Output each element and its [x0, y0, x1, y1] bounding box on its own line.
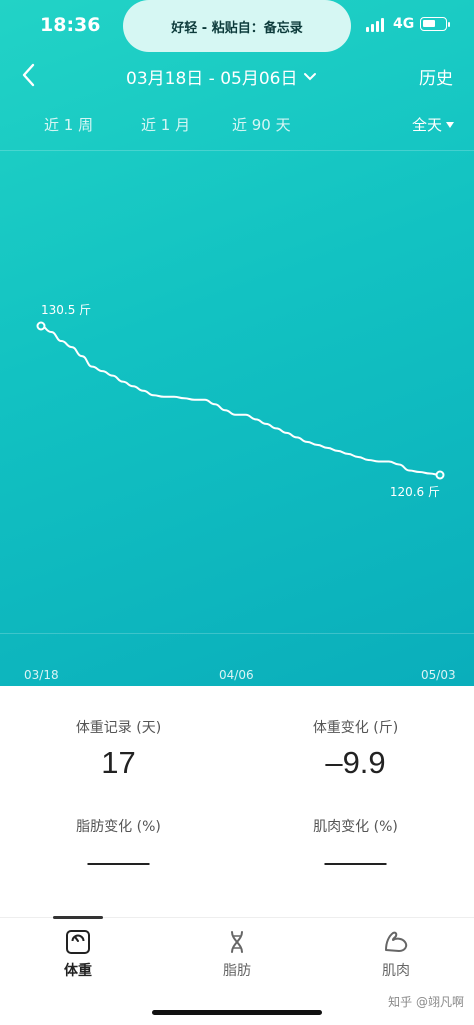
end-point	[435, 470, 445, 480]
nav-label: 体重	[64, 963, 92, 979]
dna-icon	[231, 931, 243, 953]
stat-value: –9.9	[325, 745, 386, 780]
weight-chart: 130.5 斤 120.6 斤	[36, 303, 445, 499]
end-value-label: 120.6 斤	[390, 485, 440, 499]
nav-active-indicator	[53, 916, 103, 919]
nav-fat[interactable]: 脂肪	[207, 928, 267, 980]
stat-fat-change: 脂肪变化 (%) ——	[0, 816, 237, 880]
stat-label: 体重变化 (斤)	[312, 720, 399, 736]
weight-line	[40, 325, 441, 476]
stat-value: ——	[324, 844, 387, 879]
chart-panel: 18:36 好轻 - 粘贴自：备忘录 4G 03月18日 - 05月06日 历史…	[0, 0, 474, 686]
watermark: 知乎 @翊凡啊	[388, 995, 464, 1009]
stat-weight-change: 体重变化 (斤) –9.9	[237, 717, 474, 781]
stat-muscle-change: 肌肉变化 (%) ——	[237, 816, 474, 880]
x-tick-start: 03/18	[24, 668, 59, 682]
x-tick-mid: 04/06	[219, 668, 254, 682]
muscle-icon	[385, 931, 408, 952]
scale-icon	[66, 930, 90, 954]
stat-value: 17	[101, 745, 136, 780]
start-point	[36, 321, 46, 331]
home-indicator	[152, 1010, 322, 1015]
stat-record-days: 体重记录 (天) 17	[0, 717, 237, 781]
stat-label: 体重记录 (天)	[75, 720, 162, 736]
nav-weight[interactable]: 体重	[48, 928, 108, 980]
stat-label: 脂肪变化 (%)	[76, 819, 161, 835]
nav-muscle[interactable]: 肌肉	[366, 928, 426, 980]
x-tick-end: 05/03	[421, 668, 456, 682]
nav-label: 肌肉	[382, 963, 410, 979]
start-value-label: 130.5 斤	[41, 303, 91, 317]
stat-label: 肌肉变化 (%)	[313, 819, 398, 835]
nav-label: 脂肪	[223, 963, 251, 979]
stat-value: ——	[87, 844, 150, 879]
